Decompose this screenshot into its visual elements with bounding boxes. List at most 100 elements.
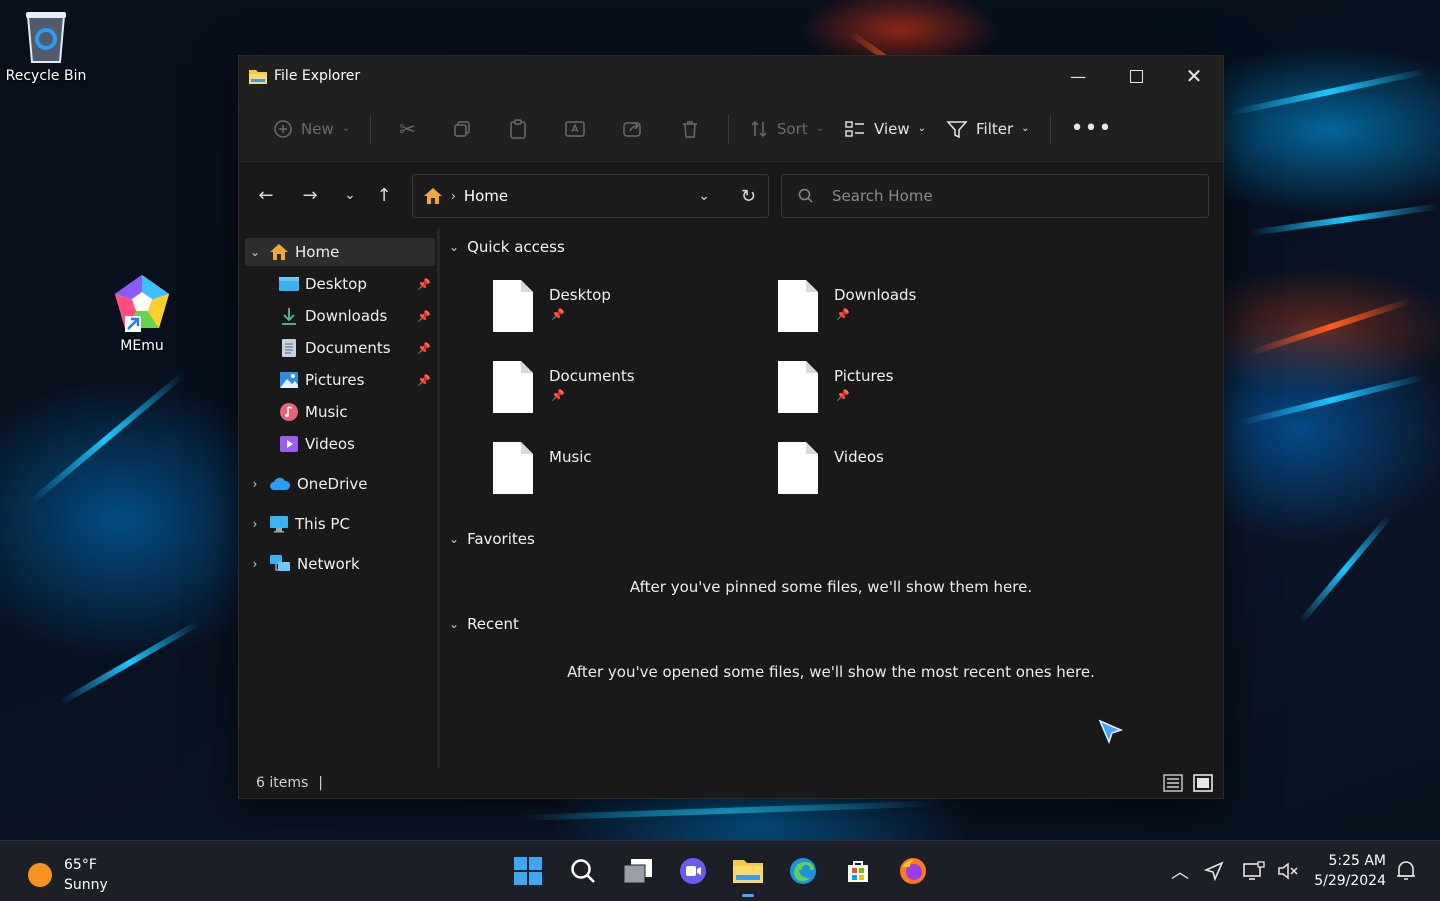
close-button[interactable]: ✕ <box>1165 56 1223 96</box>
quick-access-tile-music[interactable]: Music <box>493 442 753 502</box>
large-icons-view-button[interactable] <box>1193 774 1213 792</box>
new-button[interactable]: New ⌄ <box>263 109 360 149</box>
file-icon <box>778 280 818 332</box>
status-separator: | <box>318 775 323 791</box>
sidebar-item-label: OneDrive <box>297 475 368 493</box>
favorites-header[interactable]: ⌄ Favorites <box>449 530 535 548</box>
chevron-down-icon: ⌄ <box>249 245 261 259</box>
sidebar-item-onedrive[interactable]: › OneDrive <box>245 470 435 498</box>
address-dropdown-icon[interactable]: ⌄ <box>698 188 710 204</box>
back-button[interactable]: ← <box>247 176 285 214</box>
pane-divider[interactable] <box>437 228 440 768</box>
start-button[interactable] <box>508 853 548 889</box>
rename-button[interactable] <box>546 109 604 149</box>
up-button[interactable]: ↑ <box>365 176 403 214</box>
paste-button[interactable] <box>490 109 546 149</box>
sort-button[interactable]: Sort ⌄ <box>739 109 834 149</box>
search-icon <box>798 188 813 203</box>
volume-tray-button[interactable] <box>1270 853 1306 889</box>
maximize-button[interactable] <box>1107 56 1165 96</box>
recent-locations-button[interactable]: ⌄ <box>331 176 369 214</box>
task-view-icon <box>623 859 652 884</box>
quick-access-tile-videos[interactable]: Videos <box>778 442 1038 502</box>
network-tray-button[interactable] <box>1236 853 1272 889</box>
search-icon <box>571 859 595 883</box>
location-tray-button[interactable] <box>1196 853 1232 889</box>
chat-button[interactable] <box>673 853 713 889</box>
delete-button[interactable] <box>662 109 718 149</box>
breadcrumb-chevron-icon: › <box>451 189 456 203</box>
share-icon <box>623 121 641 137</box>
cut-button[interactable]: ✂ <box>381 109 434 149</box>
section-title: Quick access <box>467 238 565 256</box>
tile-label: Videos <box>834 448 884 466</box>
computer-icon <box>270 516 288 533</box>
sidebar-item-desktop[interactable]: Desktop 📌 <box>245 270 435 298</box>
recent-header[interactable]: ⌄ Recent <box>449 615 519 633</box>
window-title: File Explorer <box>274 68 361 84</box>
store-button[interactable] <box>838 853 878 889</box>
tile-label: Documents <box>549 367 635 385</box>
quick-access-header[interactable]: ⌄ Quick access <box>449 238 565 256</box>
network-icon <box>270 555 290 571</box>
details-view-button[interactable] <box>1163 774 1183 792</box>
main-content: ⌄ Quick access Desktop 📌 Downloads 📌 Doc… <box>441 228 1221 768</box>
sidebar-item-downloads[interactable]: Downloads 📌 <box>245 302 435 330</box>
chevron-right-icon: › <box>252 557 258 571</box>
search-taskbar-button[interactable] <box>563 853 603 889</box>
show-hidden-icons-button[interactable]: ︿ <box>1162 853 1198 889</box>
section-title: Favorites <box>467 530 535 548</box>
refresh-icon[interactable]: ↻ <box>741 186 756 207</box>
sidebar-item-pictures[interactable]: Pictures 📌 <box>245 366 435 394</box>
task-view-button[interactable] <box>618 853 658 889</box>
quick-access-tile-desktop[interactable]: Desktop 📌 <box>493 280 753 340</box>
address-bar[interactable]: › Home ⌄ ↻ <box>412 174 769 218</box>
desktop-icon-recycle-bin[interactable]: Recycle Bin <box>0 8 92 84</box>
file-explorer-taskbar-button[interactable] <box>728 853 768 897</box>
sidebar-item-videos[interactable]: Videos <box>245 430 435 458</box>
chevron-down-icon: ⌄ <box>449 240 460 254</box>
clock[interactable]: 5:25 AM 5/29/2024 <box>1310 851 1386 891</box>
firefox-button[interactable] <box>893 853 933 889</box>
pin-icon: 📌 <box>417 277 431 291</box>
pin-icon: 📌 <box>551 308 565 321</box>
quick-access-tile-documents[interactable]: Documents 📌 <box>493 361 753 421</box>
breadcrumb-home[interactable]: Home <box>464 187 508 205</box>
notifications-button[interactable] <box>1390 853 1422 889</box>
sidebar-item-label: Pictures <box>305 371 365 389</box>
pictures-icon <box>280 372 298 388</box>
quick-access-tile-downloads[interactable]: Downloads 📌 <box>778 280 1038 340</box>
tile-label: Music <box>549 448 592 466</box>
edge-button[interactable] <box>783 853 823 889</box>
title-bar[interactable]: File Explorer — ✕ <box>239 56 1223 96</box>
search-placeholder: Search Home <box>832 187 933 205</box>
folder-icon <box>733 860 763 883</box>
cloud-icon <box>270 477 291 490</box>
search-box[interactable]: Search Home <box>781 174 1209 218</box>
desktop-icon-memu[interactable]: MEmu <box>96 272 188 354</box>
sidebar-item-home[interactable]: ⌄ Home <box>245 238 435 266</box>
minimize-button[interactable]: — <box>1049 56 1107 96</box>
file-icon <box>493 280 533 332</box>
location-arrow-icon <box>1204 861 1224 881</box>
weather-temperature: 65°F <box>64 857 97 873</box>
forward-button[interactable]: → <box>291 176 329 214</box>
command-bar: New ⌄ ✂ Sort ⌄ View ⌄ Filter ⌄ ••• <box>239 96 1223 162</box>
status-bar: 6 items | <box>239 768 1223 798</box>
filter-button[interactable]: Filter ⌄ <box>936 109 1040 149</box>
weather-widget[interactable]: 65°F Sunny <box>26 855 108 895</box>
plus-circle-icon <box>274 119 292 138</box>
sidebar-item-this-pc[interactable]: › This PC <box>245 510 435 538</box>
more-options-button[interactable]: ••• <box>1061 109 1123 149</box>
sidebar-item-label: Home <box>295 243 340 261</box>
sidebar-item-label: This PC <box>295 515 350 533</box>
chevron-right-icon: › <box>252 517 258 531</box>
view-button[interactable]: View ⌄ <box>834 109 936 149</box>
sidebar-item-documents[interactable]: Documents 📌 <box>245 334 435 362</box>
sidebar-item-music[interactable]: Music <box>245 398 435 426</box>
copy-button[interactable] <box>434 109 490 149</box>
quick-access-tile-pictures[interactable]: Pictures 📌 <box>778 361 1038 421</box>
sidebar-item-network[interactable]: › Network <box>245 550 435 578</box>
share-button[interactable] <box>604 109 662 149</box>
volume-muted-icon <box>1278 862 1298 880</box>
